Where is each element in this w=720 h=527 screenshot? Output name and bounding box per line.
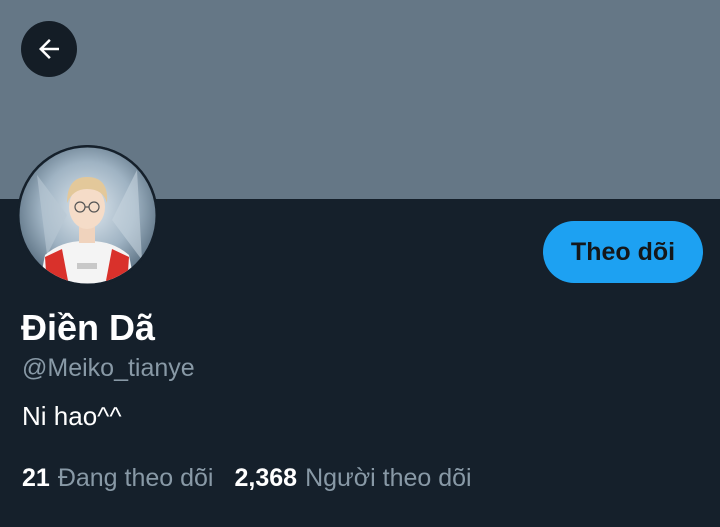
- display-name: Điền Dã: [21, 307, 156, 348]
- back-button[interactable]: [21, 21, 77, 77]
- followers-label: Người theo dõi: [305, 464, 472, 492]
- profile-stats: 21 Đang theo dõi 2,368 Người theo dõi: [22, 461, 472, 495]
- profile-page: Theo dõi Điền Dã @Meiko_tianye Ni hao^^ …: [0, 0, 720, 527]
- followers-count: 2,368: [234, 464, 298, 492]
- avatar-image: [17, 145, 158, 286]
- avatar[interactable]: [17, 145, 158, 286]
- profile-bio: Ni hao^^: [22, 401, 122, 431]
- arrow-left-icon: [39, 39, 59, 59]
- following-label: Đang theo dõi: [57, 464, 214, 492]
- following-stat[interactable]: 21 Đang theo dõi: [22, 461, 214, 495]
- user-handle: @Meiko_tianye: [22, 354, 195, 382]
- following-count: 21: [22, 464, 50, 492]
- followers-stat[interactable]: 2,368 Người theo dõi: [235, 461, 472, 495]
- follow-button[interactable]: Theo dõi: [543, 221, 703, 283]
